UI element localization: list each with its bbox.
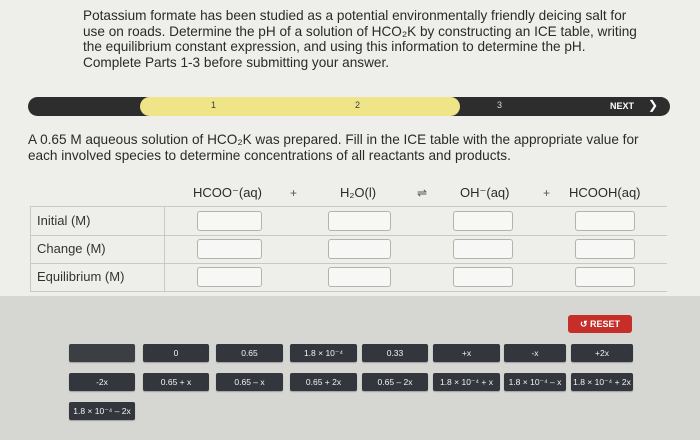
table-row: Equilibrium (M) — [31, 263, 667, 291]
change-hcoo-cell[interactable] — [197, 239, 262, 259]
answer-tile[interactable]: 1.8 × 10⁻⁴ – 2x — [69, 402, 135, 420]
change-oh-cell[interactable] — [453, 239, 513, 259]
equilibrium-hcoo-cell[interactable] — [197, 267, 262, 287]
initial-oh-cell[interactable] — [453, 211, 513, 231]
initial-h2o-cell[interactable] — [328, 211, 391, 231]
answer-tile-blank[interactable] — [69, 344, 135, 362]
plus-operator: + — [543, 186, 551, 200]
species-header: OH⁻(aq) — [460, 185, 510, 200]
answer-tile[interactable]: 0.33 — [362, 344, 428, 362]
species-header: H₂O(l) — [340, 185, 377, 200]
answer-tile[interactable]: 1.8 × 10⁻⁴ + x — [433, 373, 500, 391]
answer-tile[interactable]: +x — [433, 344, 500, 362]
question-panel: Potassium formate has been studied as a … — [0, 0, 700, 296]
plus-operator: + — [290, 186, 298, 200]
answer-tile[interactable]: -2x — [69, 373, 135, 391]
row-label-initial: Initial (M) — [37, 213, 91, 228]
answer-tile[interactable]: 0.65 – 2x — [362, 373, 428, 391]
answer-tile[interactable]: 0 — [143, 344, 209, 362]
species-header: HCOO⁻(aq) — [193, 185, 262, 200]
change-h2o-cell[interactable] — [328, 239, 391, 259]
answer-tile[interactable]: -x — [504, 344, 566, 362]
next-label: NEXT — [610, 101, 635, 111]
ice-table: HCOO⁻(aq) + H₂O(l) ⇌ OH⁻(aq) + HCOOH(aq)… — [30, 177, 667, 292]
next-button[interactable]: NEXT ❯ — [586, 97, 670, 116]
progress-bar: 1 2 3 NEXT ❯ — [28, 97, 670, 116]
question-text: A 0.65 M aqueous solution of HCO₂K was p… — [28, 132, 639, 163]
undo-icon: ↺ — [579, 319, 588, 329]
problem-intro: Potassium formate has been studied as a … — [83, 8, 637, 70]
step-1[interactable]: 1 — [211, 100, 216, 110]
initial-hcooh-cell[interactable] — [575, 211, 635, 231]
species-header: HCOOH(aq) — [569, 185, 641, 200]
change-hcooh-cell[interactable] — [575, 239, 635, 259]
answer-tile[interactable]: 0.65 + 2x — [290, 373, 357, 391]
step-2[interactable]: 2 — [355, 100, 360, 110]
reset-label: RESET — [590, 319, 621, 329]
answer-tile[interactable]: 0.65 — [216, 344, 283, 362]
answer-tile[interactable]: +2x — [571, 344, 633, 362]
reset-button[interactable]: ↺ RESET — [568, 315, 632, 333]
answer-tile[interactable]: 1.8 × 10⁻⁴ — [290, 344, 357, 362]
table-row: Change (M) — [31, 235, 667, 264]
answer-tile[interactable]: 0.65 + x — [143, 373, 209, 391]
row-label-change: Change (M) — [37, 241, 106, 256]
answer-tile[interactable]: 1.8 × 10⁻⁴ + 2x — [571, 373, 633, 391]
chevron-right-icon: ❯ — [648, 98, 659, 112]
progress-fill — [140, 97, 460, 116]
ice-table-body: Initial (M) Change (M) Equilibrium (M) — [30, 206, 667, 292]
equilibrium-arrow-icon: ⇌ — [417, 186, 428, 200]
equilibrium-h2o-cell[interactable] — [328, 267, 391, 287]
equilibrium-oh-cell[interactable] — [453, 267, 513, 287]
step-3[interactable]: 3 — [497, 100, 502, 110]
initial-hcoo-cell[interactable] — [197, 211, 262, 231]
table-row: Initial (M) — [31, 207, 667, 236]
answer-tile[interactable]: 0.65 – x — [216, 373, 283, 391]
row-label-equilibrium: Equilibrium (M) — [37, 269, 125, 284]
equilibrium-hcooh-cell[interactable] — [575, 267, 635, 287]
answer-tile[interactable]: 1.8 × 10⁻⁴ – x — [504, 373, 566, 391]
